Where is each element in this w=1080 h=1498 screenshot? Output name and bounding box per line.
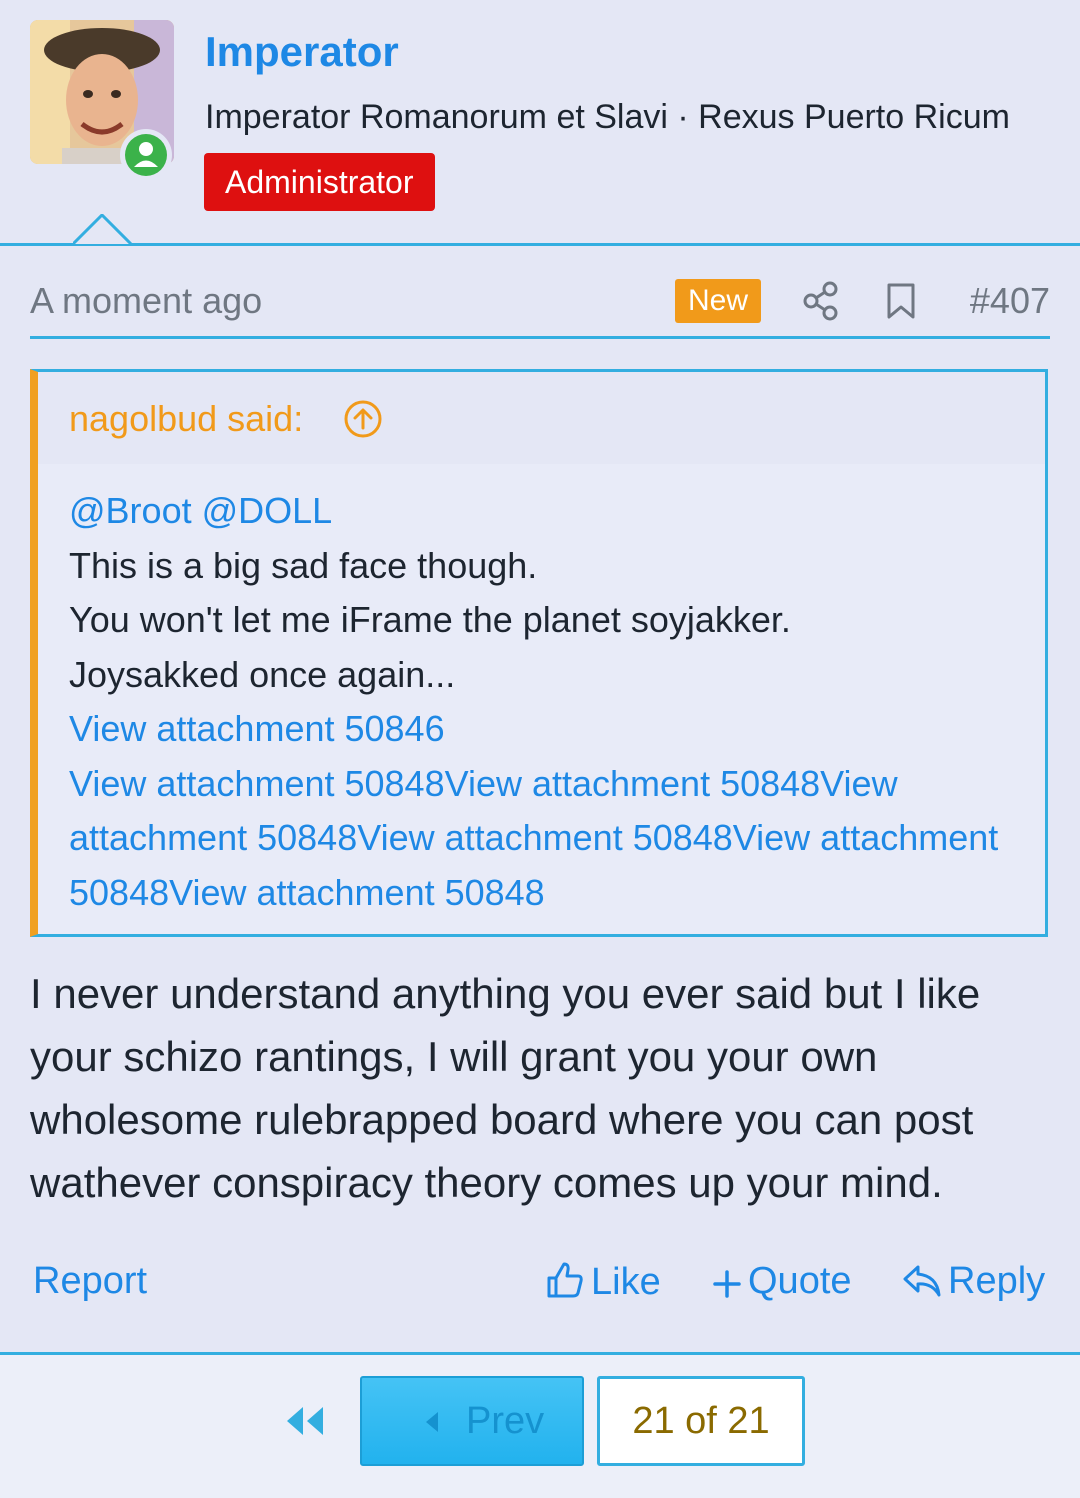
user-title: Imperator Romanorum et Slavi · Rexus Pue… xyxy=(205,98,1010,136)
quote-header: nagolbud said: xyxy=(38,372,1045,464)
post-message: I never understand anything you ever sai… xyxy=(30,970,981,1206)
first-page-icon[interactable] xyxy=(283,1405,327,1442)
chevron-left-icon xyxy=(426,1412,438,1432)
prev-page-button[interactable]: Prev xyxy=(360,1376,584,1466)
reply-label: Reply xyxy=(948,1260,1046,1302)
share-icon[interactable] xyxy=(802,281,840,326)
report-link[interactable]: Report xyxy=(33,1260,147,1303)
mention-links[interactable]: @Broot @DOLL xyxy=(69,484,1015,539)
arrow-circle-up-icon[interactable] xyxy=(343,399,383,444)
like-button[interactable]: Like xyxy=(545,1260,661,1304)
post-timestamp[interactable]: A moment ago xyxy=(30,280,262,322)
attachment-links-repeated[interactable]: View attachment 50848View attachment 508… xyxy=(69,757,1009,921)
pagination-bar: Prev 21 of 21 xyxy=(0,1352,1080,1498)
quote-line: You won't let me iFrame the planet soyja… xyxy=(69,599,791,640)
quote-line: Joysakked once again... xyxy=(69,653,456,695)
quote-line: This is a big sad face though. xyxy=(69,544,538,586)
quote-author-link[interactable]: nagolbud said: xyxy=(69,398,303,440)
administrator-badge: Administrator xyxy=(204,153,435,211)
quote-content: @Broot @DOLL This is a big sad face thou… xyxy=(38,464,1045,934)
attachment-link[interactable]: View attachment 50846 xyxy=(69,702,1015,757)
online-status-icon xyxy=(120,129,172,181)
quote-label: Quote xyxy=(748,1260,852,1302)
quote-button[interactable]: Quote xyxy=(712,1260,852,1303)
prev-label: Prev xyxy=(466,1400,545,1442)
reply-button[interactable]: Reply xyxy=(902,1260,1045,1303)
post-meta: A moment ago New #407 xyxy=(30,272,1050,339)
plus-icon xyxy=(713,1270,741,1298)
post-number-link[interactable]: #407 xyxy=(970,280,1050,322)
bookmark-icon[interactable] xyxy=(886,282,916,325)
reply-icon xyxy=(903,1265,941,1297)
page-indicator[interactable]: 21 of 21 xyxy=(597,1376,805,1466)
like-label: Like xyxy=(591,1261,661,1303)
username-link[interactable]: Imperator xyxy=(205,28,399,76)
post-author-header: Imperator Imperator Romanorum et Slavi ·… xyxy=(0,0,1080,246)
quote-block: nagolbud said: @Broot @DOLL This is a bi… xyxy=(30,369,1048,937)
new-badge: New xyxy=(675,279,762,323)
thumbs-up-icon xyxy=(547,1262,583,1298)
post-actions: Report Like Quote Reply xyxy=(0,1250,1080,1320)
